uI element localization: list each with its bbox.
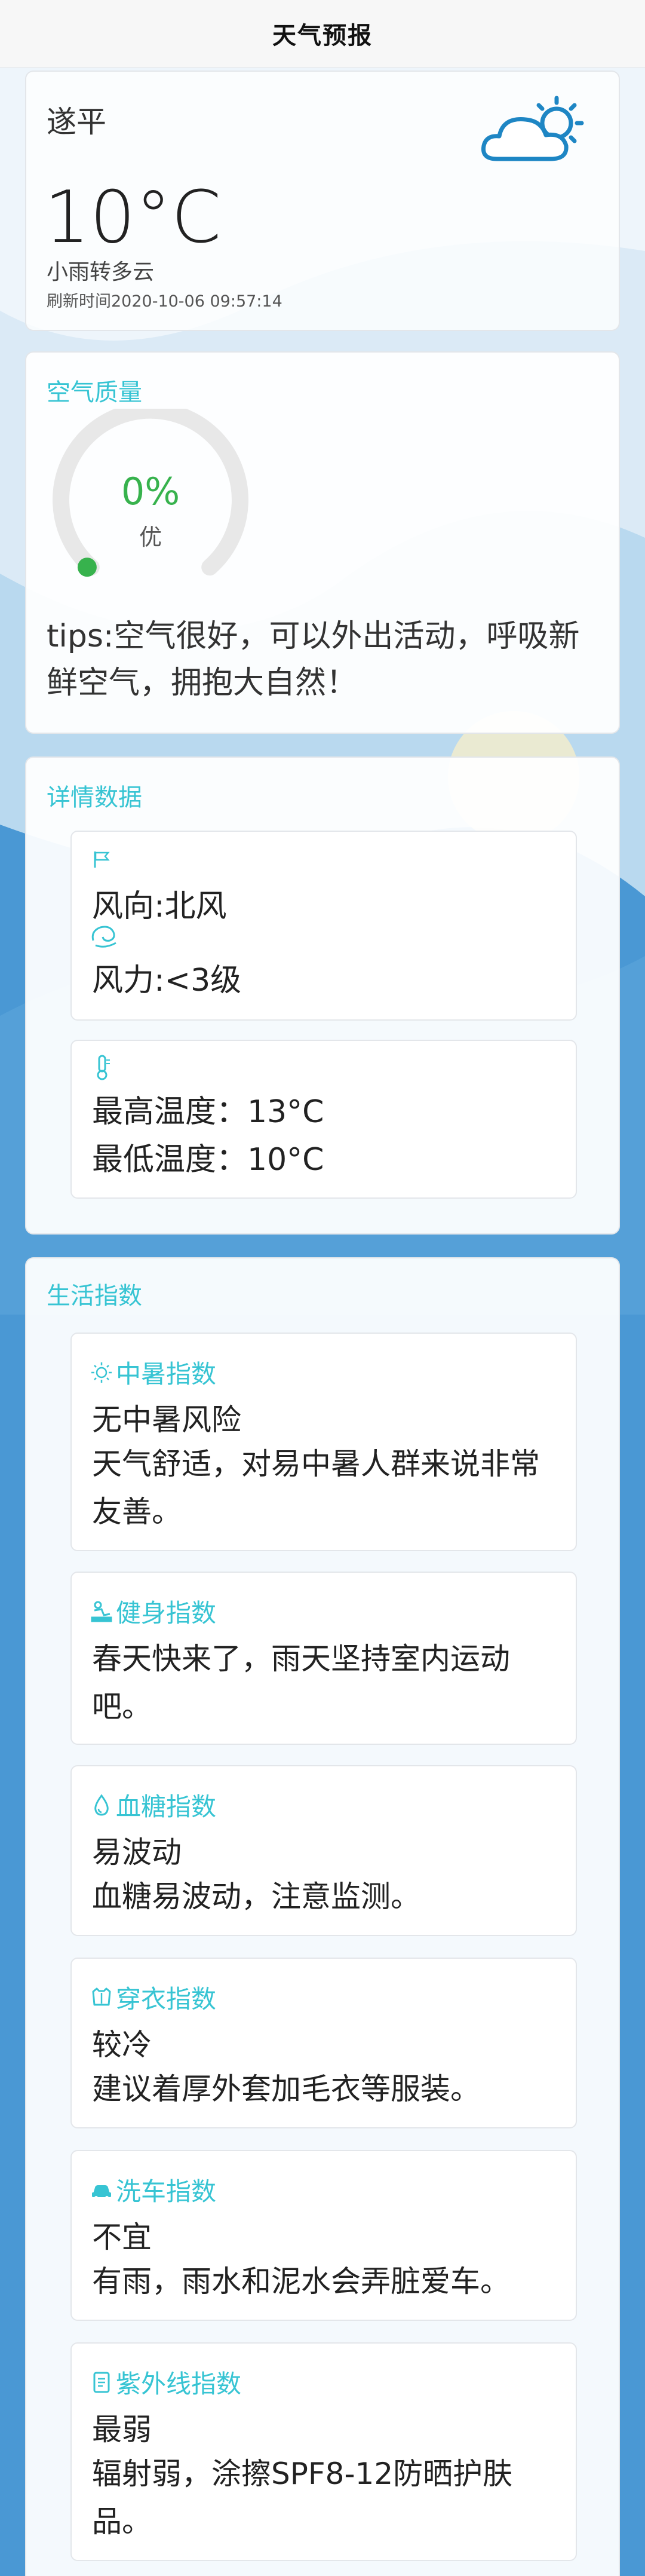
index-name: 紫外线指数: [116, 2369, 242, 2399]
current-weather-card: 遂平 10°C 小雨转多云 刷新时间2020-10-06 09:57:14: [25, 71, 620, 331]
wind-power: 风力:<3级: [92, 963, 242, 998]
app-header: 天气预报: [0, 0, 645, 68]
clothes-icon: [92, 1987, 111, 2005]
index-header: 健身指数: [90, 1593, 216, 1629]
index-name: 中暑指数: [116, 1359, 217, 1389]
uv-icon: [93, 2372, 110, 2393]
current-temperature: 10°C: [44, 176, 222, 259]
detail-data-title: 详情数据: [47, 784, 142, 811]
index-name: 健身指数: [116, 1598, 217, 1628]
index-advice: 春天快来了，雨天坚持室内运动吧。: [92, 1641, 510, 1724]
partly-cloudy-sun-icon: [481, 96, 584, 161]
wind-direction: 风向:北风: [92, 889, 227, 924]
index-header: 紫外线指数: [90, 2364, 241, 2400]
min-temperature: 最低温度：10°C: [92, 1142, 324, 1178]
index-level: 无中暑风险: [92, 1402, 241, 1437]
index-name: 血糖指数: [116, 1792, 217, 1821]
index-level: 易波动: [92, 1835, 182, 1870]
sun-icon: [91, 1362, 112, 1383]
index-item-car-wash: 洗车指数 不宜 有雨，雨水和泥水会弄脏爱车。: [70, 2150, 577, 2321]
wind-info-box: 风向:北风 风力:<3级: [70, 831, 577, 1021]
index-level: 较冷: [92, 2027, 152, 2062]
index-advice: 血糖易波动，注意监测。: [92, 1879, 420, 1914]
index-header: 中暑指数: [90, 1354, 216, 1390]
car-icon: [92, 2185, 111, 2200]
life-index-title: 生活指数: [47, 1282, 142, 1310]
weather-description: 小雨转多云: [47, 260, 155, 284]
detail-data-card: 详情数据 风向:北风 风力:<3级 最高温度：13°C 最低温度：10°C: [25, 756, 620, 1235]
air-quality-tips: tips:空气很好，可以外出活动，呼吸新鲜空气，拥抱大自然！: [47, 618, 580, 701]
air-quality-card: 空气质量 0% 优 tips:空气很好，可以外出活动，呼吸新鲜空气，拥抱大自然！: [25, 351, 620, 734]
gauge-indicator: [77, 558, 97, 577]
index-header: 洗车指数: [90, 2171, 216, 2208]
index-header: 血糖指数: [90, 1787, 216, 1823]
air-quality-value: 0%: [121, 470, 180, 513]
air-quality-level: 优: [139, 524, 162, 550]
index-name: 穿衣指数: [116, 1984, 217, 2014]
refresh-time: 刷新时间2020-10-06 09:57:14: [47, 288, 282, 311]
refresh-timestamp: 2020-10-06 09:57:14: [111, 292, 282, 311]
index-level: 不宜: [92, 2220, 152, 2255]
index-advice: 天气舒适，对易中暑人群来说非常友善。: [92, 1447, 540, 1529]
drop-icon: [94, 1793, 109, 1816]
index-item-fitness: 健身指数 春天快来了，雨天坚持室内运动吧。: [70, 1572, 577, 1745]
wind-icon: [91, 926, 116, 948]
index-item-clothing: 穿衣指数 较冷 建议着厚外套加毛衣等服装。: [70, 1958, 577, 2128]
index-advice: 有雨，雨水和泥水会弄脏爱车。: [92, 2264, 510, 2299]
temperature-range-box: 最高温度：13°C 最低温度：10°C: [70, 1040, 577, 1199]
index-item-uv: 紫外线指数 最弱 辐射弱，涂擦SPF8-12防晒护肤品。: [70, 2342, 577, 2561]
air-quality-title: 空气质量: [47, 379, 142, 406]
index-advice: 辐射弱，涂擦SPF8-12防晒护肤品。: [92, 2456, 513, 2539]
index-level: 最弱: [92, 2412, 152, 2447]
index-name: 洗车指数: [116, 2177, 217, 2206]
fitness-icon: [91, 1601, 112, 1622]
page-title: 天气预报: [272, 22, 373, 50]
index-header: 穿衣指数: [90, 1979, 216, 2016]
refresh-label: 刷新时间: [47, 292, 111, 311]
index-advice: 建议着厚外套加毛衣等服装。: [92, 2072, 480, 2106]
city-name: 遂平: [47, 105, 106, 139]
life-index-card: 生活指数 中暑指数 无中暑风险 天气舒适，对易中暑人群来说非常友善。 健身指数 …: [25, 1257, 620, 2576]
index-item-blood-sugar: 血糖指数 易波动 血糖易波动，注意监测。: [70, 1765, 577, 1936]
thermometer-icon: [97, 1055, 110, 1080]
flag-icon: [94, 851, 110, 868]
index-item-heatstroke: 中暑指数 无中暑风险 天气舒适，对易中暑人群来说非常友善。: [70, 1333, 577, 1551]
max-temperature: 最高温度：13°C: [92, 1094, 324, 1130]
